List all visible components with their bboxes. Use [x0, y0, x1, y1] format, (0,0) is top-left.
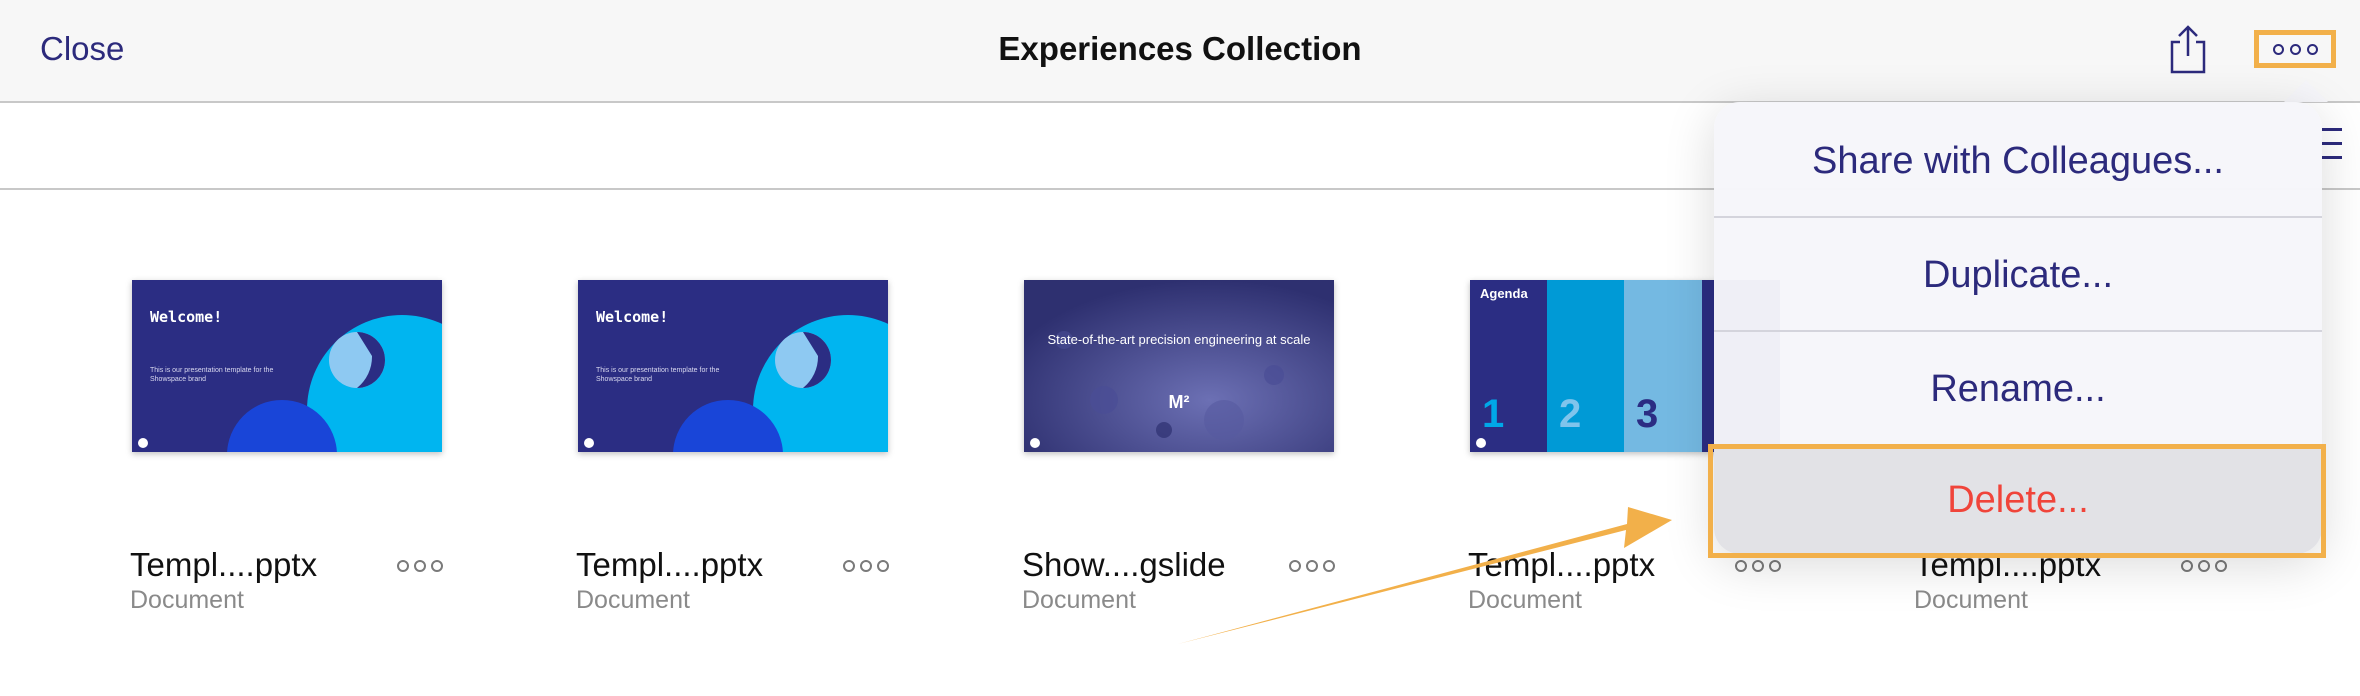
document-card[interactable]: Welcome! This is our presentation templa…	[576, 280, 890, 614]
document-name[interactable]: Templ....pptx	[1468, 546, 1655, 584]
document-type: Document	[1914, 586, 2028, 614]
document-type: Document	[1022, 586, 1136, 614]
menu-item-duplicate[interactable]: Duplicate...	[1714, 218, 2322, 332]
more-icon	[2272, 43, 2284, 55]
more-icon	[1289, 560, 1301, 572]
document-thumbnail[interactable]: Welcome! This is our presentation templa…	[578, 280, 888, 452]
document-name[interactable]: Show....gslide	[1022, 546, 1226, 584]
slide-title: Welcome!	[150, 308, 223, 326]
more-icon	[843, 560, 855, 572]
document-type: Document	[1468, 586, 1582, 614]
popover-arrow	[2284, 80, 2328, 102]
nav-bar: Close Experiences Collection	[0, 0, 2360, 103]
slide-subtitle: This is our presentation template for th…	[596, 367, 720, 383]
slide-subtitle: This is our presentation template for th…	[150, 367, 274, 383]
slide-title: Welcome!	[596, 308, 669, 326]
brand-logo	[1476, 438, 1486, 448]
brand-logo	[584, 438, 594, 448]
document-type: Document	[130, 586, 244, 614]
document-card[interactable]: Welcome! This is our presentation templa…	[130, 280, 444, 614]
agenda-number: 3	[1636, 392, 1659, 436]
document-thumbnail[interactable]: Welcome! This is our presentation templa…	[132, 280, 442, 452]
document-more-button[interactable]	[843, 560, 889, 572]
document-thumbnail[interactable]: State-of-the-art precision engineering a…	[1024, 280, 1334, 452]
more-icon	[1735, 560, 1747, 572]
page-title: Experiences Collection	[998, 30, 1362, 67]
brand-logo	[1030, 438, 1040, 448]
document-more-button[interactable]	[397, 560, 443, 572]
document-name[interactable]: Templ....pptx	[130, 546, 317, 584]
menu-item-share[interactable]: Share with Colleagues...	[1714, 104, 2322, 218]
more-options-menu: Share with Colleagues... Duplicate... Re…	[1714, 102, 2322, 554]
agenda-number: 2	[1559, 392, 1582, 436]
document-more-button[interactable]	[1289, 560, 1335, 572]
slide-title: State-of-the-art precision engineering a…	[1047, 332, 1311, 347]
document-name[interactable]: Templ....pptx	[576, 546, 763, 584]
document-more-button[interactable]	[1735, 560, 1781, 572]
share-icon[interactable]	[2166, 24, 2210, 76]
menu-item-rename[interactable]: Rename...	[1714, 332, 2322, 446]
menu-item-delete[interactable]: Delete...	[1714, 446, 2322, 554]
more-options-button[interactable]	[2254, 30, 2336, 68]
agenda-number: 1	[1482, 392, 1505, 436]
document-card[interactable]: State-of-the-art precision engineering a…	[1022, 280, 1336, 614]
slide-title: Agenda	[1480, 286, 1528, 301]
brand-logo	[138, 438, 148, 448]
slide-mark: M²	[1168, 392, 1190, 412]
document-more-button[interactable]	[2181, 560, 2227, 572]
more-icon	[397, 560, 409, 572]
document-type: Document	[576, 586, 690, 614]
more-icon	[2181, 560, 2193, 572]
